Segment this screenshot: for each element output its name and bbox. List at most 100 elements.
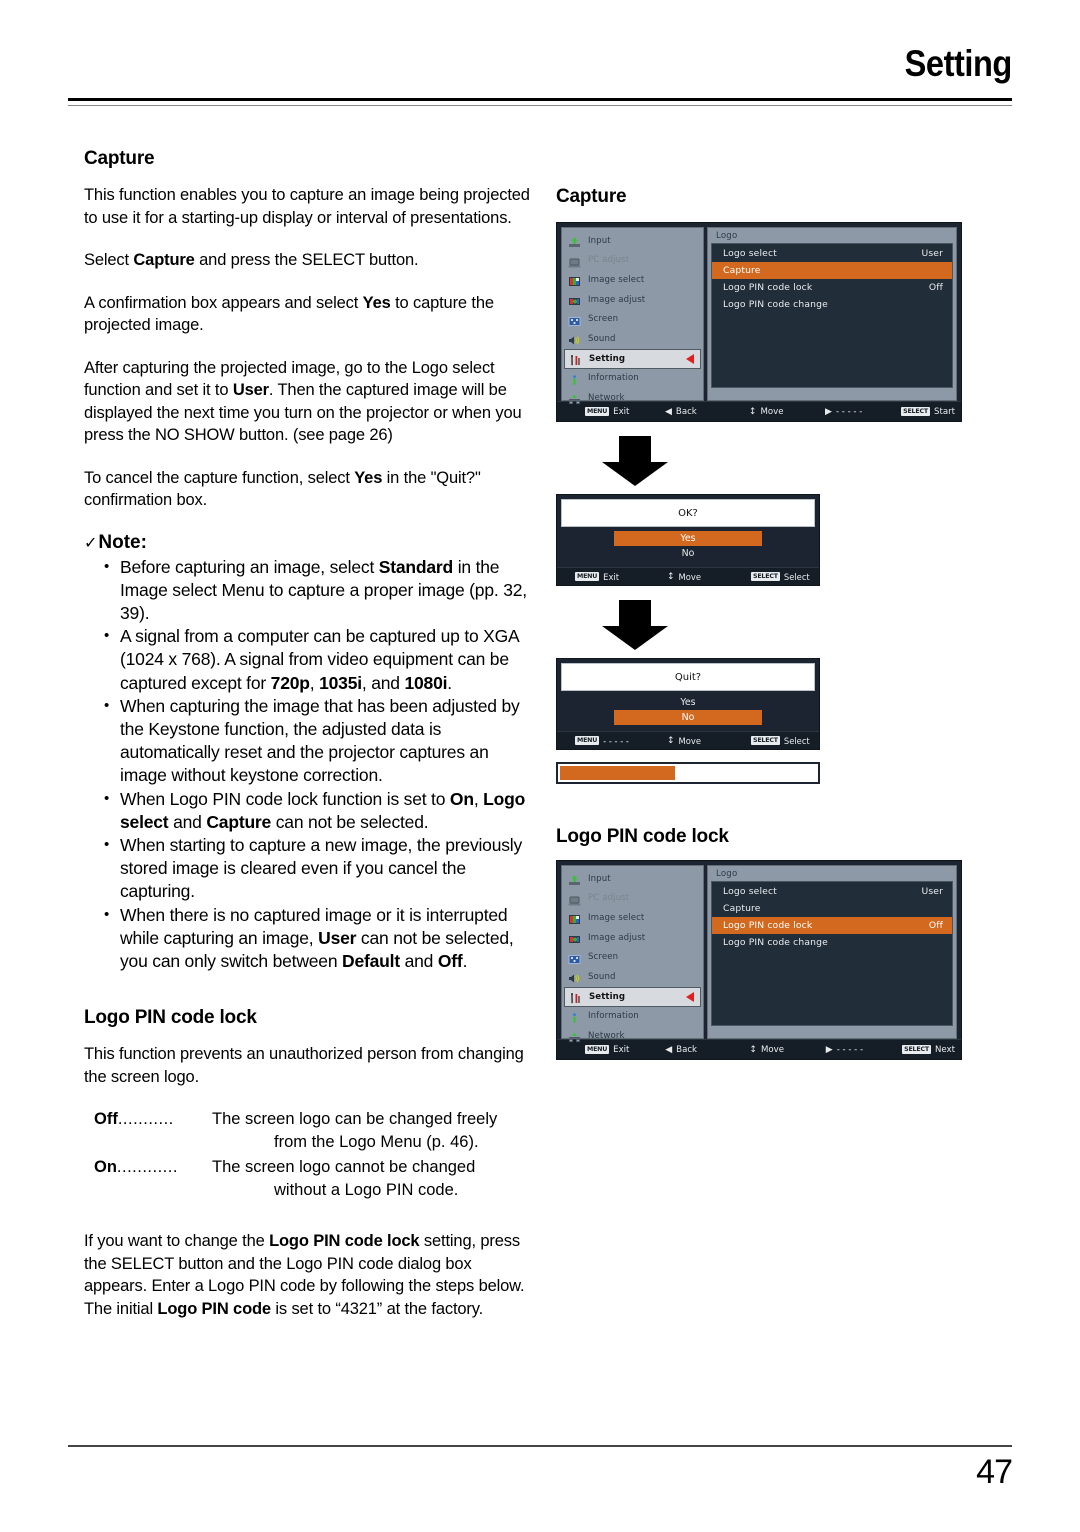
footer-rule [68, 1445, 1012, 1447]
menu-row-label: Logo select [723, 886, 777, 897]
menu-row-value: Off [928, 282, 943, 293]
note-text-mid: , [309, 672, 320, 693]
definition-term-off: Off........... [84, 1108, 212, 1154]
sidebar-item-label: Image adjust [588, 932, 646, 943]
foot-label: Move [678, 735, 702, 746]
dialog-option-yes[interactable]: Yes [614, 531, 762, 546]
dialog-option-no[interactable]: No [614, 710, 762, 725]
menu-row-label: Logo PIN code lock [723, 282, 813, 293]
header-rule [68, 98, 1012, 101]
osd-sidebar[interactable]: Input PC adjust Image select Image adjus… [561, 865, 704, 1043]
sidebar-item-pc-adjust[interactable]: PC adjust [562, 251, 703, 271]
osd-main-panel: Logo Logo select User Capture Logo PIN c… [707, 865, 957, 1039]
sidebar-item-label: Screen [588, 952, 619, 963]
image-select-icon [568, 273, 581, 287]
sidebar-item-information[interactable]: Information [562, 369, 703, 389]
sound-icon [568, 970, 581, 983]
sidebar-item-image-adjust[interactable]: Image adjust [562, 290, 703, 310]
note-bold: 720p [270, 672, 310, 693]
sidebar-item-label: Network [588, 392, 625, 403]
menu-row-logo-pin-code-change[interactable]: Logo PIN code change [712, 934, 952, 951]
foot-exit[interactable]: MENU Exit [563, 572, 667, 582]
foot-next[interactable]: SELECT Next [902, 1045, 955, 1055]
sidebar-item-input[interactable]: Input [562, 231, 703, 251]
foot-move[interactable]: ↕ Move [749, 407, 825, 417]
confirm-dialog-quit[interactable]: Quit? Yes No MENU - - - - - ↕ Move SELECT S… [556, 658, 820, 750]
updown-arrow-icon: ↕ [667, 571, 675, 582]
p7-bold-1: Logo PIN code lock [269, 1232, 420, 1251]
foot-exit[interactable]: MENU Exit [563, 1045, 665, 1055]
sidebar-item-image-select[interactable]: Image select [562, 908, 703, 928]
sidebar-item-image-adjust[interactable]: Image adjust [562, 928, 703, 948]
sidebar-item-information[interactable]: Information [562, 1007, 703, 1027]
image-select-icon [568, 911, 581, 925]
sidebar-item-label: Image select [588, 274, 645, 285]
sidebar-item-network[interactable]: Network [562, 388, 703, 408]
sidebar-item-pc-adjust[interactable]: PC adjust [562, 889, 703, 909]
note-bold: On [449, 788, 474, 809]
menu-row-logo-pin-code-lock[interactable]: Logo PIN code lock Off [712, 279, 952, 296]
menu-row-capture[interactable]: Capture [712, 900, 952, 917]
foot-select[interactable]: SELECT Select [751, 736, 810, 746]
foot-label: Back [675, 406, 697, 417]
sidebar-item-input[interactable]: Input [562, 869, 703, 889]
foot-select[interactable]: SELECT Select [751, 572, 810, 582]
menu-row-label: Capture [723, 265, 761, 276]
foot-exit[interactable]: MENU Exit [563, 407, 665, 417]
foot-move[interactable]: ↕ Move [749, 1045, 825, 1055]
page-number: 47 [976, 1453, 1013, 1491]
desc-line-1: The screen logo cannot be changed [212, 1158, 476, 1177]
desc-line-2: without a Logo PIN code. [274, 1181, 459, 1200]
sidebar-item-screen[interactable]: Screen [562, 309, 703, 329]
foot-move[interactable]: ↕ Move [667, 572, 751, 582]
p7-part-e: is set to “4321” at the factory. [270, 1299, 484, 1318]
dialog-option-yes[interactable]: Yes [557, 695, 819, 710]
capture-paragraph-1: This function enables you to capture an … [84, 186, 530, 227]
foot-next-dashes[interactable]: ▶ - - - - - [826, 1045, 902, 1055]
menu-row-logo-select[interactable]: Logo select User [712, 883, 952, 900]
foot-back[interactable]: ◀ Back [665, 1045, 749, 1055]
foot-label: Select [783, 571, 810, 582]
sidebar-item-sound[interactable]: Sound [562, 967, 703, 987]
p5-part-a: To cancel the capture function, select [84, 468, 355, 487]
sidebar-item-setting[interactable]: Setting [564, 348, 701, 369]
foot-back[interactable]: ◀ Back [665, 407, 749, 417]
sidebar-item-image-select[interactable]: Image select [562, 270, 703, 290]
sidebar-item-screen[interactable]: Screen [562, 947, 703, 967]
osd-menu-logo-pin[interactable]: Input PC adjust Image select Image adjus… [556, 860, 962, 1060]
input-icon [568, 234, 581, 248]
confirm-dialog-ok[interactable]: OK? Yes No MENU Exit ↕ Move SELECT Select [556, 494, 820, 586]
sidebar-item-label: Information [588, 373, 639, 384]
updown-arrow-icon: ↕ [749, 1044, 757, 1055]
sidebar-item-setting[interactable]: Setting [564, 986, 701, 1007]
logo-pin-paragraph-2: If you want to change the Logo PIN code … [84, 1230, 536, 1320]
term-label: Off [94, 1110, 118, 1129]
menu-row-logo-pin-code-change[interactable]: Logo PIN code change [712, 296, 952, 313]
header-rule-thin [68, 105, 1012, 106]
foot-label: Exit [613, 1044, 630, 1055]
osd-menu-capture[interactable]: Input PC adjust Image select Image adjus… [556, 222, 962, 422]
osd-sidebar[interactable]: Input PC adjust Image select Image adjus… [561, 227, 704, 405]
right-triangle-icon: ▶ [825, 1044, 833, 1055]
dialog-footer-bar: MENU Exit ↕ Move SELECT Select [557, 567, 819, 585]
foot-label: Next [934, 1044, 956, 1055]
note-block: ✓Note: Before capturing an image, select… [84, 532, 536, 974]
sidebar-item-network[interactable]: Network [562, 1026, 703, 1046]
p7-bold-2: Logo PIN code [157, 1299, 271, 1318]
menu-row-capture[interactable]: Capture [712, 262, 952, 279]
list-item: When there is no captured image or it is… [102, 903, 536, 974]
foot-move[interactable]: ↕ Move [667, 736, 751, 746]
foot-start[interactable]: SELECT Start [901, 407, 955, 417]
foot-label: - - - - - [835, 406, 863, 417]
p5-bold: Yes [354, 468, 383, 487]
sidebar-item-label: Sound [588, 971, 616, 982]
p3-bold: Yes [362, 293, 391, 312]
left-column: Capture This function enables you to cap… [84, 148, 536, 1340]
dialog-option-no[interactable]: No [557, 546, 819, 561]
left-triangle-icon: ◀ [665, 406, 672, 417]
foot-dashes[interactable]: MENU - - - - - [563, 736, 667, 746]
menu-row-logo-pin-code-lock[interactable]: Logo PIN code lock Off [712, 917, 952, 934]
menu-row-logo-select[interactable]: Logo select User [712, 245, 952, 262]
sidebar-item-sound[interactable]: Sound [562, 329, 703, 349]
foot-next-dashes[interactable]: ▶ - - - - - [825, 407, 901, 417]
